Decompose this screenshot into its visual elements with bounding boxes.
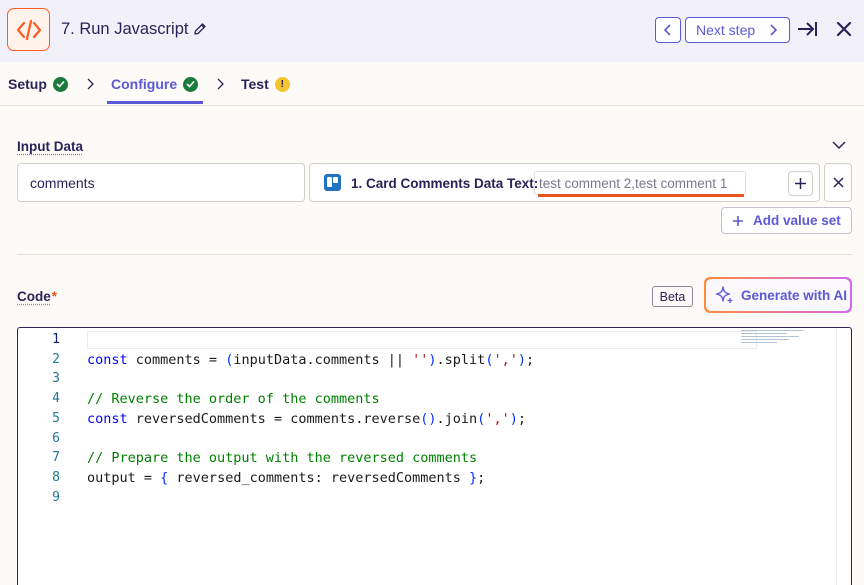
warning-icon: ! — [275, 77, 290, 92]
highlight-underline — [538, 194, 744, 197]
generate-with-ai-button[interactable]: Generate with AI — [704, 277, 852, 313]
tab-label: Setup — [8, 76, 47, 92]
input-key-field[interactable]: comments — [17, 163, 305, 202]
beta-badge: Beta — [652, 286, 693, 307]
code-icon — [7, 8, 50, 51]
line-number: 2 — [18, 352, 60, 367]
line-number: 8 — [18, 470, 60, 485]
line-number: 3 — [18, 371, 60, 386]
tab-setup[interactable]: Setup — [8, 76, 68, 92]
code-line[interactable]: 8 output = { reversed_comments: reversedC… — [18, 470, 758, 490]
chevron-right-icon — [86, 77, 94, 95]
required-mark: * — [52, 289, 57, 304]
code-label: Code* — [17, 289, 57, 304]
code-line[interactable]: 1 — [18, 332, 758, 352]
close-icon — [833, 177, 844, 188]
next-step-label: Next step — [696, 22, 755, 38]
code-line[interactable]: 5 const reversedComments = comments.rever… — [18, 411, 758, 431]
sparkle-icon — [714, 285, 734, 305]
tab-label: Test — [241, 76, 269, 92]
value-preview: test comment 2,test comment 1 — [539, 176, 727, 191]
line-number: 4 — [18, 391, 60, 406]
plus-icon — [794, 177, 807, 190]
generate-with-ai-label: Generate with AI — [741, 288, 847, 303]
step-title: 7. Run Javascript — [61, 20, 188, 39]
line-number: 5 — [18, 411, 60, 426]
code-editor[interactable]: 1 2 const comments = (inputData.comments |… — [17, 327, 852, 585]
line-number: 7 — [18, 450, 60, 465]
code-line[interactable]: 9 — [18, 490, 758, 510]
check-circle-icon — [53, 77, 68, 92]
code-minimap[interactable] — [741, 330, 803, 352]
trello-icon — [324, 174, 341, 191]
line-number: 9 — [18, 490, 60, 505]
code-label-text: Code — [17, 289, 51, 304]
line-number: 6 — [18, 431, 60, 446]
code-line-text: output = { reversed_comments: reversedCo… — [87, 470, 485, 486]
next-step-button[interactable]: Next step — [685, 17, 790, 43]
input-data-label: Input Data — [17, 139, 83, 154]
code-line[interactable]: 3 — [18, 371, 758, 391]
chevron-down-icon[interactable] — [831, 137, 847, 155]
active-tab-indicator — [107, 101, 203, 104]
code-line[interactable]: 7 // Prepare the output with the reversed… — [18, 450, 758, 470]
remove-field-button[interactable] — [824, 163, 852, 202]
input-value-field[interactable]: 1. Card Comments Data Text: test comment… — [309, 163, 820, 202]
section-divider — [17, 254, 852, 255]
step-header: 7. Run Javascript Next step — [0, 0, 864, 62]
editor-scrollbar[interactable] — [836, 328, 850, 585]
code-line-text: const comments = (inputData.comments || … — [87, 352, 534, 368]
chevron-right-icon — [768, 24, 778, 36]
arrow-to-right-icon[interactable] — [797, 20, 817, 43]
code-line[interactable]: 6 — [18, 431, 758, 451]
code-line-text: // Reverse the order of the comments — [87, 391, 380, 407]
insert-data-button[interactable] — [788, 171, 813, 196]
tab-label: Configure — [111, 76, 177, 92]
pencil-icon[interactable] — [193, 22, 207, 41]
code-line-text: // Prepare the output with the reversed … — [87, 450, 477, 466]
close-icon[interactable] — [836, 21, 852, 42]
chevron-right-icon — [216, 77, 224, 95]
add-value-set-button[interactable]: Add value set — [721, 207, 852, 234]
step-tabs: Setup Configure Test ! — [0, 62, 864, 106]
tab-test[interactable]: Test ! — [241, 76, 290, 92]
code-line[interactable]: 4 // Reverse the order of the comments — [18, 391, 758, 411]
chevron-left-icon — [663, 24, 673, 36]
plus-icon — [732, 215, 744, 227]
previous-step-button[interactable] — [655, 17, 681, 43]
tab-configure[interactable]: Configure — [111, 76, 198, 92]
line-number: 1 — [18, 332, 60, 347]
add-value-set-label: Add value set — [753, 213, 841, 228]
code-line-text: const reversedComments = comments.revers… — [87, 411, 526, 427]
code-line[interactable]: 2 const comments = (inputData.comments ||… — [18, 352, 758, 372]
check-circle-icon — [183, 77, 198, 92]
value-source-label: 1. Card Comments Data Text: — [351, 176, 538, 191]
